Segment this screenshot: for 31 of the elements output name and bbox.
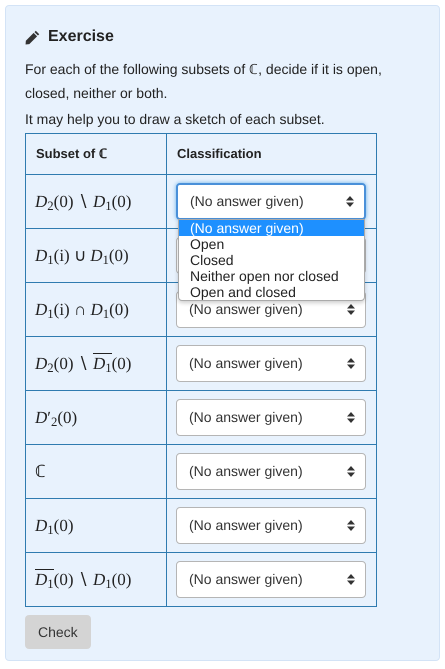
subset-cell: D$_{1}$(0) (26, 498, 166, 552)
instruction-text: It may help you to draw a sketch of each subset. (25, 110, 326, 129)
classification-select[interactable]: (No answer given) (176, 453, 366, 490)
classification-select[interactable]: (No answer given) (176, 399, 366, 436)
subset-cell: D$_{2}$(0) ∖ D$_{1}$(0) (26, 336, 166, 390)
sort-arrows-icon (347, 466, 355, 477)
sort-arrows-icon (347, 520, 355, 531)
sort-arrows-icon (347, 412, 355, 423)
check-button[interactable]: Check (25, 615, 91, 649)
subset-cell: D′$_{2}$(0) (26, 390, 166, 444)
subset-cell: D$_{1}$(0) ∖ D$_{1}$(0) (26, 552, 166, 606)
subset-cell: D$_{2}$(0) ∖ D$_{1}$(0) (26, 174, 166, 228)
classification-select[interactable]: (No answer given) (176, 507, 366, 544)
classification-select[interactable]: (No answer given) (176, 561, 366, 598)
column-header: Subset of ℂ (26, 134, 166, 174)
subset-cell: ℂ (26, 444, 166, 498)
exercise-title: Exercise (48, 27, 114, 47)
sort-arrows-icon (347, 574, 355, 585)
dropdown-option[interactable]: Neither open nor closed (179, 268, 364, 284)
dropdown-option[interactable]: Open (179, 236, 364, 252)
pencil-icon (25, 30, 40, 44)
classification-select[interactable]: (No answer given) (176, 345, 366, 382)
classification-select[interactable]: (No answer given) (176, 183, 366, 220)
subset-cell: D$_{1}$(i) ∩ D$_{1}$(0) (26, 282, 166, 336)
sort-arrows-icon (347, 358, 355, 369)
sort-arrows-icon (346, 196, 354, 207)
sort-arrows-icon (347, 304, 355, 315)
instruction-text: For each of the following subsets of ℂ, decide if it is open, closed, neither or both. (25, 60, 383, 103)
dropdown-option[interactable]: Closed (179, 252, 364, 268)
column-header: Classification (166, 134, 376, 174)
subset-cell: D$_{1}$(i) ∪ D$_{1}$(0) (26, 228, 166, 282)
